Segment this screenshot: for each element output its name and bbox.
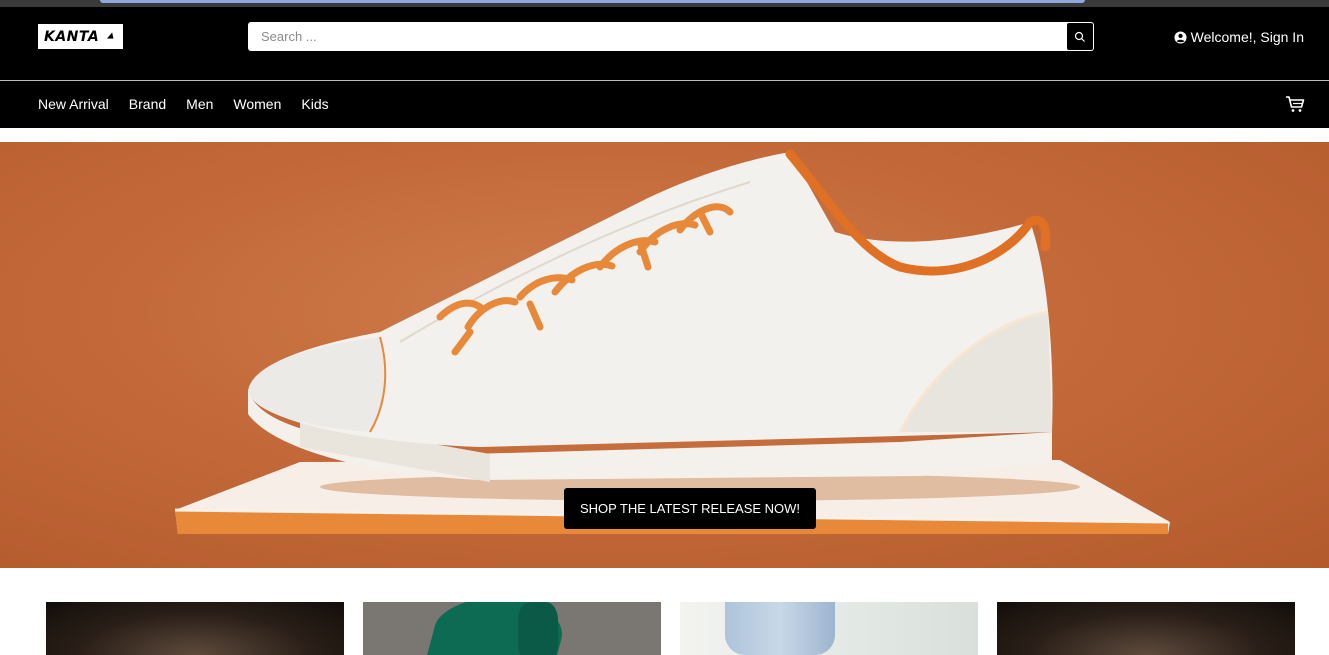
search-input[interactable] [248,22,1068,51]
green-shoe-image-detail [518,602,558,655]
hero-banner: SHOP THE LATEST RELEASE NOW! [0,142,1329,568]
brand-logo[interactable]: KANTA [38,24,123,49]
browser-chrome-strip [0,0,1329,7]
brand-logo-text: KANTA [44,28,100,45]
search-button[interactable] [1067,23,1093,50]
nav-menu: New Arrival Brand Men Women Kids [38,96,329,112]
main-nav: New Arrival Brand Men Women Kids [0,81,1329,128]
product-card[interactable] [46,602,344,655]
nav-item-new-arrival[interactable]: New Arrival [38,96,109,112]
product-card[interactable] [363,602,661,655]
cart-icon [1286,96,1305,112]
search-icon [1074,31,1085,42]
shop-latest-release-button[interactable]: SHOP THE LATEST RELEASE NOW! [564,488,816,529]
nav-item-women[interactable]: Women [233,96,281,112]
sign-in-label: Welcome!, Sign In [1190,29,1304,45]
cart-button[interactable] [1285,95,1305,118]
product-card[interactable] [997,602,1295,655]
search-bar [248,22,1094,51]
product-card[interactable] [680,602,978,655]
sign-in-link[interactable]: Welcome!, Sign In [1174,29,1304,45]
user-circle-icon [1174,30,1187,44]
product-cards-row [46,602,1295,655]
logo-mark-icon [107,32,116,42]
jeans-image [725,602,835,655]
nav-item-brand[interactable]: Brand [129,96,166,112]
nav-item-men[interactable]: Men [186,96,213,112]
site-header: KANTA Welcome!, Sign In [0,7,1329,80]
browser-address-bar-edge [100,0,1085,3]
nav-item-kids[interactable]: Kids [301,96,328,112]
